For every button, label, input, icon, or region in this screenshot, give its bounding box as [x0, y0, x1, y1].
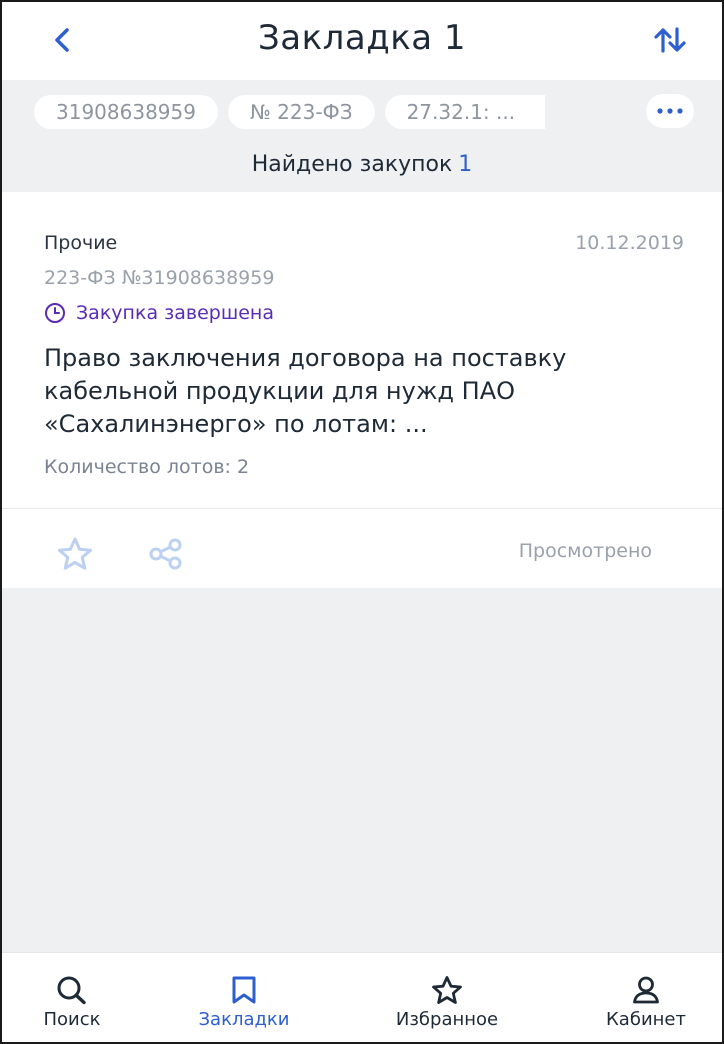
viewed-label: Просмотрено — [518, 540, 652, 562]
nav-label-search: Поиск — [43, 1009, 101, 1030]
sort-arrows-icon — [654, 27, 686, 53]
purchase-reg-number: 223-ФЗ №31908638959 — [44, 267, 275, 289]
filter-chips: 31908638959 № 223-ФЗ 27.32.1: ... — [34, 95, 594, 131]
purchase-date: 10.12.2019 — [575, 232, 684, 254]
purchase-card[interactable]: Прочие 10.12.2019 223-ФЗ №31908638959 За… — [2, 192, 722, 588]
nav-label-bookmarks: Закладки — [198, 1009, 290, 1030]
results-count: Найдено закупок 1 — [2, 152, 722, 177]
nav-label-favorites: Избранное — [395, 1009, 499, 1030]
nav-item-search[interactable]: Поиск — [32, 953, 112, 1042]
favorite-button[interactable] — [54, 536, 96, 572]
bookmark-icon — [232, 976, 256, 1004]
app-screen: Закладка 1 31908638959 № 223-ФЗ 27.32.1:… — [0, 0, 724, 1044]
status-text: Закупка завершена — [76, 302, 274, 324]
more-dots-icon — [657, 108, 683, 114]
star-icon — [57, 537, 93, 570]
top-bar: Закладка 1 — [2, 2, 722, 80]
nav-item-cabinet[interactable]: Кабинет — [596, 953, 696, 1042]
lots-count: Количество лотов: 2 — [44, 456, 250, 478]
page-title: Закладка 1 — [257, 18, 467, 58]
sort-button[interactable] — [648, 20, 692, 60]
results-label: Найдено закупок — [251, 152, 453, 177]
status-badge: Закупка завершена — [44, 302, 274, 324]
filter-chip-okpd[interactable]: 27.32.1: ... — [384, 95, 545, 129]
search-icon — [57, 976, 86, 1005]
nav-label-cabinet: Кабинет — [606, 1009, 686, 1030]
star-icon — [432, 976, 462, 1004]
user-icon — [633, 976, 659, 1004]
share-icon — [149, 538, 182, 570]
card-divider — [2, 508, 722, 509]
nav-item-favorites[interactable]: Избранное — [382, 953, 512, 1042]
purchase-description: Право заключения договора на поставку ка… — [44, 344, 567, 438]
nav-item-bookmarks[interactable]: Закладки — [184, 953, 304, 1042]
more-filters-button[interactable] — [646, 94, 694, 128]
filter-panel: 31908638959 № 223-ФЗ 27.32.1: ... Найден… — [2, 80, 722, 192]
results-number: 1 — [458, 152, 473, 177]
filter-chip-law[interactable]: № 223-ФЗ — [227, 95, 375, 129]
clock-icon — [45, 303, 65, 323]
purchase-category: Прочие — [44, 232, 118, 254]
bottom-nav: Поиск Закладки Избранное Кабинет — [2, 952, 722, 1042]
share-button[interactable] — [148, 536, 184, 572]
filter-chip-number[interactable]: 31908638959 — [34, 95, 218, 129]
